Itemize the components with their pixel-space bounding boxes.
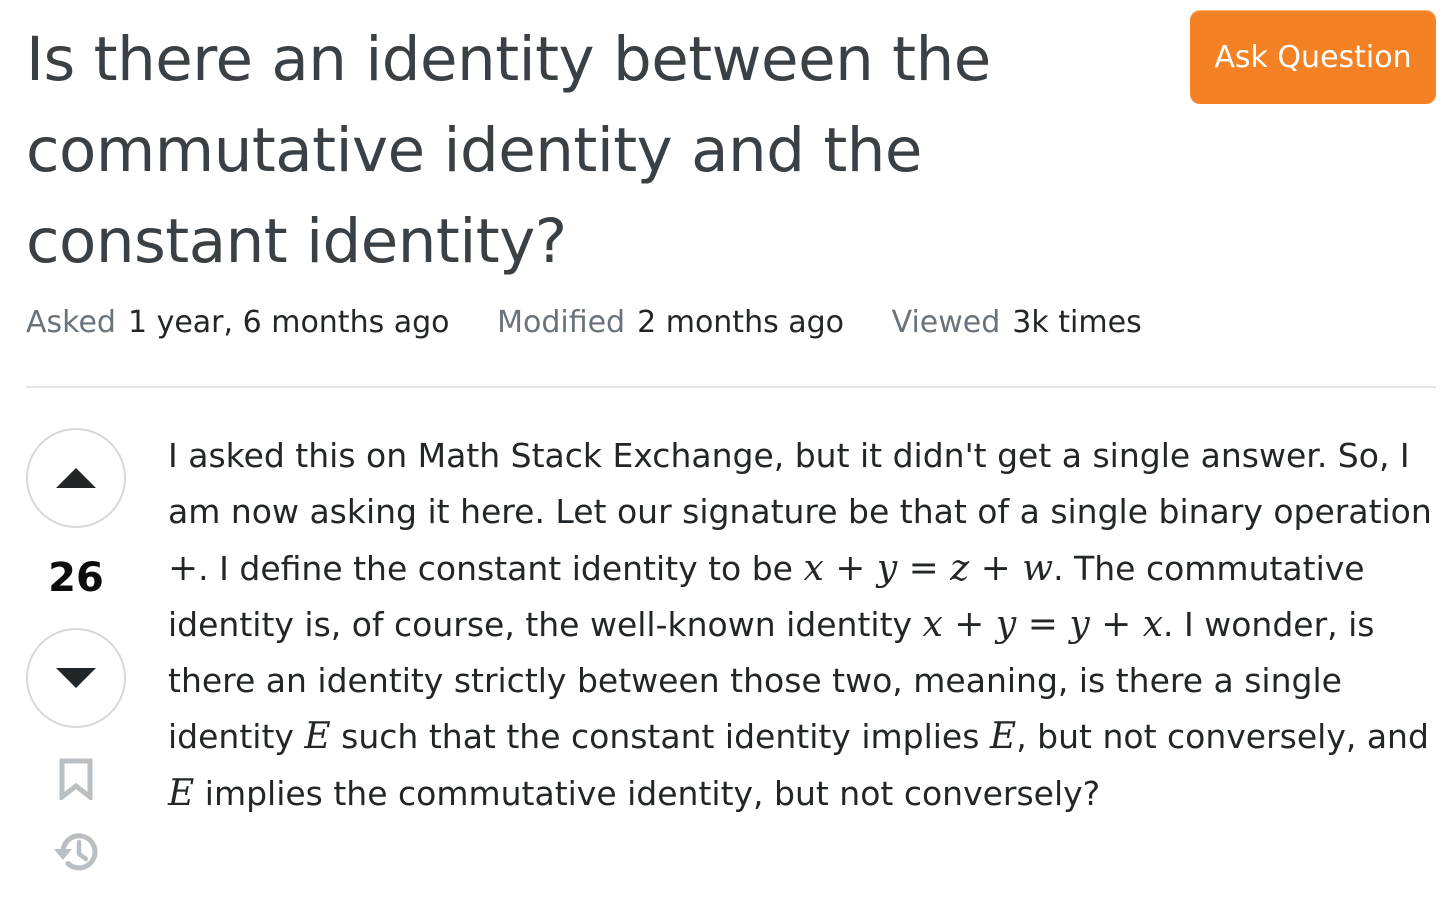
meta-viewed-label: Viewed bbox=[891, 305, 1001, 340]
meta-modified-value[interactable]: 2 months ago bbox=[637, 305, 844, 340]
math-E: E bbox=[304, 716, 331, 758]
body-text: implies the commutative identity, but no… bbox=[194, 773, 1101, 813]
math-constant-identity: x + y = z + w bbox=[803, 547, 1054, 589]
downvote-button[interactable] bbox=[26, 628, 126, 728]
meta-modified: Modified 2 months ago bbox=[497, 300, 844, 346]
ask-question-button[interactable]: Ask Question bbox=[1190, 10, 1436, 104]
upvote-button[interactable] bbox=[26, 428, 126, 528]
bookmark-button[interactable] bbox=[26, 758, 126, 805]
history-button[interactable] bbox=[26, 829, 126, 880]
body-text: such that the constant identity implies bbox=[330, 717, 990, 757]
math-commutative-identity: x + y = y + x bbox=[922, 603, 1164, 645]
meta-viewed-value: 3k times bbox=[1012, 305, 1142, 340]
triangle-up-icon bbox=[56, 468, 96, 488]
meta-asked-label: Asked bbox=[26, 305, 116, 340]
math-plus: + bbox=[168, 547, 199, 589]
body-text: , but not conversely, and bbox=[1016, 717, 1429, 757]
meta-asked-value[interactable]: 1 year, 6 months ago bbox=[128, 305, 450, 340]
history-icon bbox=[54, 833, 98, 871]
page-title: Is there an identity between the commuta… bbox=[26, 24, 991, 277]
meta-viewed: Viewed 3k times bbox=[892, 300, 1142, 346]
math-E: E bbox=[989, 716, 1017, 758]
body-text: I asked this on Math Stack Exchange, but… bbox=[168, 436, 1432, 532]
vote-count: 26 bbox=[48, 555, 104, 601]
header-divider bbox=[26, 386, 1436, 388]
meta-asked: Asked 1 year, 6 months ago bbox=[26, 300, 450, 346]
math-E: E bbox=[168, 772, 195, 814]
question-body: I asked this on Math Stack Exchange, but… bbox=[168, 428, 1438, 822]
body-text: . I define the constant identity to be bbox=[198, 548, 804, 588]
meta-modified-label: Modified bbox=[497, 305, 626, 340]
bookmark-icon bbox=[59, 758, 93, 803]
question-header: Is there an identity between the commuta… bbox=[26, 10, 1436, 304]
triangle-down-icon bbox=[56, 668, 96, 688]
question-meta: Asked 1 year, 6 months ago Modified 2 mont… bbox=[26, 300, 1180, 346]
vote-column: 26 bbox=[26, 428, 128, 880]
